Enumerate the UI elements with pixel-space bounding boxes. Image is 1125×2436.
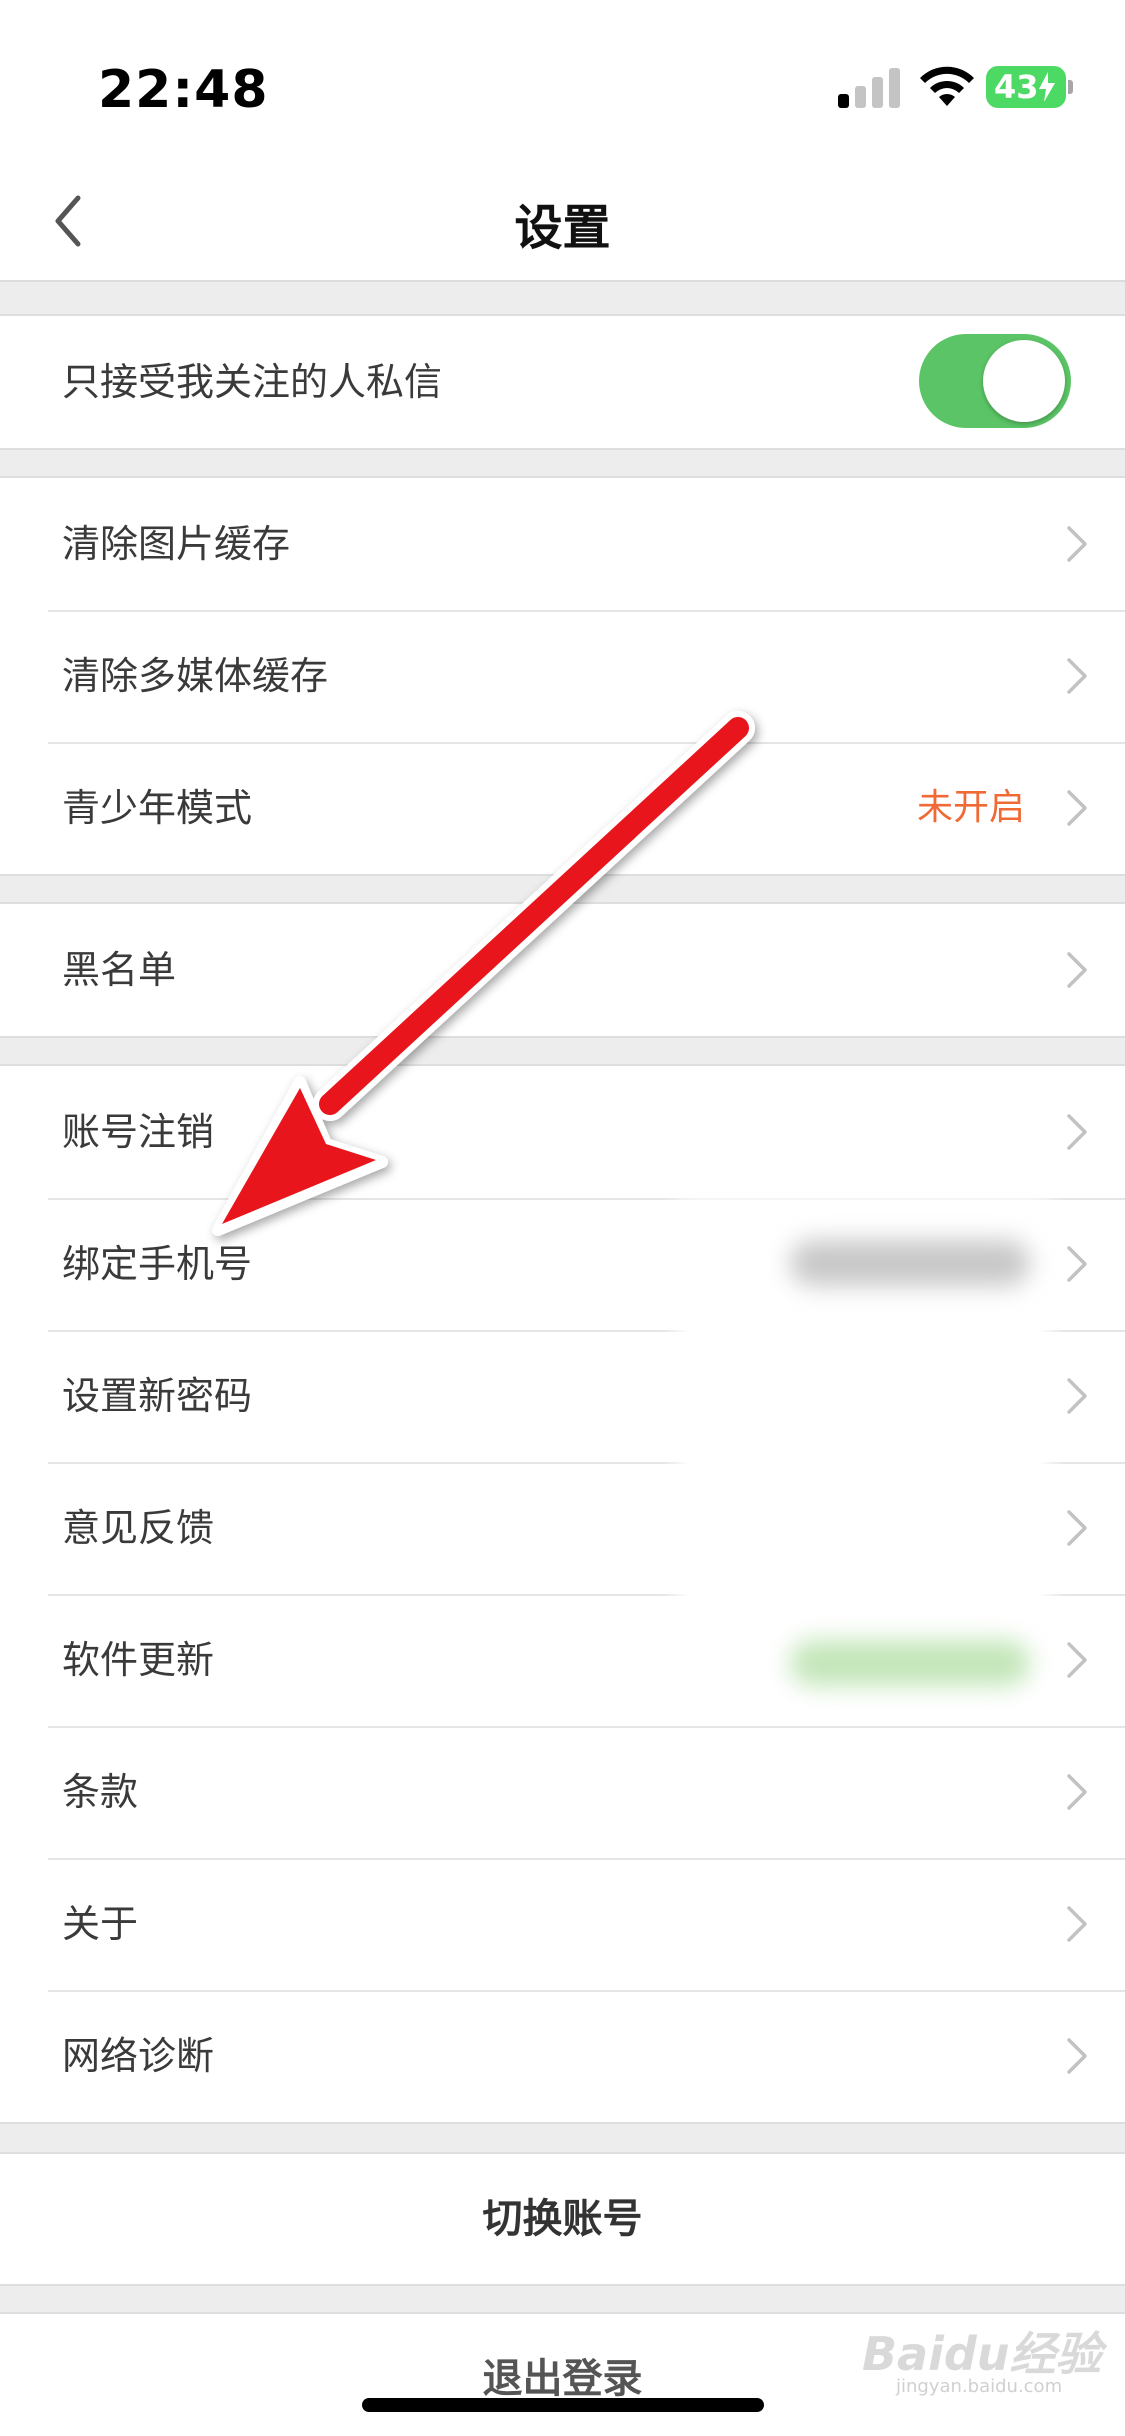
list-item-label: 绑定手机号 [62,1242,253,1286]
battery-icon: 43 [986,66,1073,108]
list-item-label: 清除多媒体缓存 [62,654,329,698]
chevron-right-icon [1067,2038,1087,2074]
blurred-phone-number [790,1240,1030,1286]
list-item-clear-image-cache[interactable]: 清除图片缓存 [0,478,1125,610]
list-item-label: 清除图片缓存 [62,522,291,566]
list-item-label: 条款 [62,1770,139,1814]
battery-level: 43 [994,68,1039,106]
page-title: 设置 [514,200,611,256]
chevron-right-icon [1067,1378,1087,1414]
blurred-update-status [790,1640,1030,1686]
switch-account-label: 切换账号 [482,2196,643,2242]
dm-only-followed-row: 只接受我关注的人私信 [0,316,1125,448]
chevron-right-icon [1067,526,1087,562]
baidu-watermark-logo: Baidu经验 jingyan.baidu.com [862,2318,1102,2408]
chevron-right-icon [1067,790,1087,826]
nav-bar: 设置 [0,160,1125,282]
dm-only-followed-toggle[interactable] [919,334,1071,428]
list-item-youth-mode[interactable]: 青少年模式 未开启 [0,742,1125,874]
list-item-label: 设置新密码 [62,1374,253,1418]
blacklist-group: 黑名单 [0,902,1125,1038]
chevron-right-icon [1067,1114,1087,1150]
switch-account-button[interactable]: 切换账号 [0,2154,1125,2284]
status-time: 22:48 [98,60,269,120]
list-item-label: 意见反馈 [62,1506,215,1550]
chevron-right-icon [1067,1906,1087,1942]
chevron-right-icon [1067,1642,1087,1678]
list-item-label: 关于 [62,1902,139,1946]
dm-only-followed-label: 只接受我关注的人私信 [62,360,443,404]
chevron-right-icon [1067,658,1087,694]
cache-group: 清除图片缓存 清除多媒体缓存 青少年模式 未开启 [0,476,1125,876]
chevron-right-icon [1067,1510,1087,1546]
charging-bolt-icon [1039,72,1055,102]
watermark-logo-text: Baidu经验 [862,2327,1102,2381]
list-item-about[interactable]: 关于 [0,1858,1125,1990]
privacy-group: 只接受我关注的人私信 [0,314,1125,450]
cellular-signal-icon [838,66,900,108]
youth-mode-status: 未开启 [916,787,1025,828]
list-item-terms[interactable]: 条款 [0,1726,1125,1858]
list-item-clear-media-cache[interactable]: 清除多媒体缓存 [0,610,1125,742]
status-bar: 22:48 43 [0,0,1125,160]
list-item-label: 软件更新 [62,1638,215,1682]
switch-account-group: 切换账号 [0,2152,1125,2286]
home-indicator[interactable] [362,2398,764,2412]
watermark-url: jingyan.baidu.com [896,2376,1063,2397]
list-item-network-diagnosis[interactable]: 网络诊断 [0,1990,1125,2122]
wifi-icon [920,66,974,106]
list-item-label: 黑名单 [62,948,177,992]
chevron-right-icon [1067,1246,1087,1282]
list-item-label: 网络诊断 [62,2034,215,2078]
chevron-right-icon [1067,1774,1087,1810]
list-item-label: 账号注销 [62,1110,215,1154]
list-item-delete-account[interactable]: 账号注销 [0,1066,1125,1198]
list-item-blacklist[interactable]: 黑名单 [0,904,1125,1036]
toggle-knob [983,340,1065,422]
list-item-label: 青少年模式 [62,786,253,830]
chevron-right-icon [1067,952,1087,988]
